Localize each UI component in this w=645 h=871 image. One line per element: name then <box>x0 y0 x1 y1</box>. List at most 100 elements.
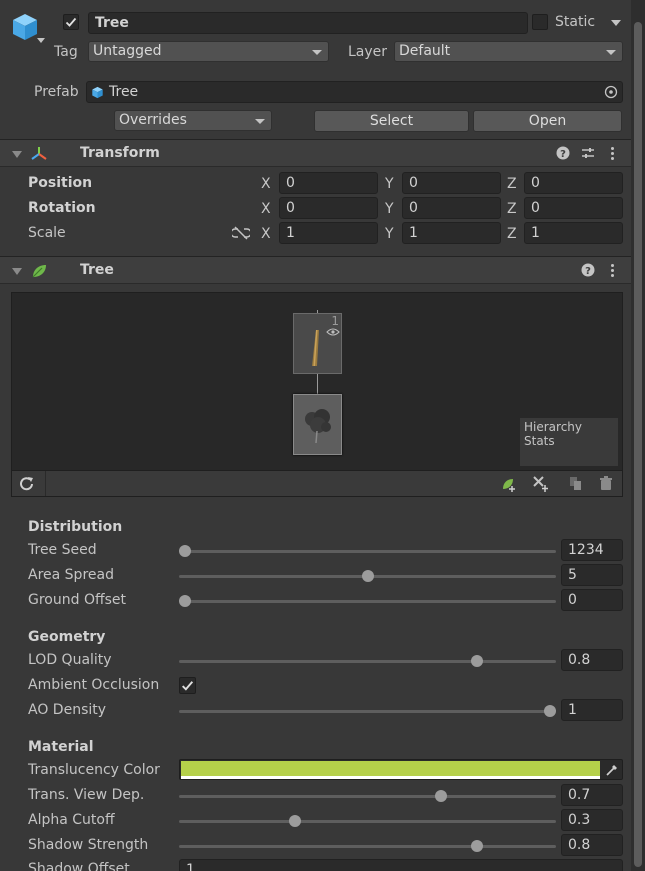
translucency-color-swatch <box>181 761 600 776</box>
prefab-field[interactable]: Tree <box>86 81 623 103</box>
tree-header[interactable]: Tree ? <box>0 256 631 284</box>
alpha-cutoff-label: Alpha Cutoff <box>28 812 115 828</box>
tag-dropdown[interactable]: Untagged <box>88 41 329 62</box>
duplicate-icon[interactable] <box>568 475 584 491</box>
slider-thumb[interactable] <box>434 790 447 802</box>
alpha-cutoff-input[interactable]: 0.3 <box>561 809 623 831</box>
ground-offset-slider[interactable] <box>179 595 556 614</box>
slider-thumb[interactable] <box>288 815 301 827</box>
tree-canopy-icon <box>305 409 331 444</box>
foldout-arrow-icon[interactable] <box>12 268 22 275</box>
layer-dropdown[interactable]: Default <box>394 41 623 62</box>
open-button[interactable]: Open <box>473 110 622 132</box>
hierarchy-stats-box: Hierarchy Stats <box>520 418 618 466</box>
gameobject-name-input[interactable]: Tree <box>88 12 528 34</box>
select-button[interactable]: Select <box>314 110 469 132</box>
help-icon[interactable]: ? <box>581 263 595 277</box>
trans-view-dep-input[interactable]: 0.7 <box>561 784 623 806</box>
rotation-z-label[interactable]: Z <box>507 201 517 217</box>
prefab-value: Tree <box>109 84 139 100</box>
ao-density-input[interactable]: 1 <box>561 699 623 721</box>
slider-thumb[interactable] <box>544 705 556 717</box>
area-spread-input[interactable]: 5 <box>561 564 623 586</box>
shadow-strength-input[interactable]: 0.8 <box>561 834 623 856</box>
prefab-cube-icon <box>92 86 103 99</box>
rotation-x-input[interactable]: 0 <box>279 197 378 219</box>
gameobject-icon[interactable] <box>10 12 40 42</box>
transform-axes-icon <box>31 147 47 160</box>
tree-hierarchy-view[interactable]: 1 Hierarchy Stats <box>11 292 623 471</box>
slider-thumb[interactable] <box>361 570 374 582</box>
tree-menu-icon[interactable] <box>611 264 615 279</box>
scale-label: Scale <box>28 225 66 241</box>
add-branch-group-icon[interactable] <box>532 475 550 493</box>
branch-node[interactable]: 1 <box>293 313 342 374</box>
slider-thumb[interactable] <box>471 840 483 852</box>
alpha-cutoff-slider[interactable] <box>179 815 556 834</box>
rotation-y-label[interactable]: Y <box>385 201 394 217</box>
branch-icon <box>312 330 319 366</box>
scale-x-label[interactable]: X <box>261 226 271 242</box>
constrain-proportions-icon[interactable] <box>232 226 250 240</box>
static-dropdown-arrow[interactable] <box>611 20 621 26</box>
object-picker-icon[interactable] <box>604 85 618 99</box>
transform-header[interactable]: Transform ? <box>0 139 631 167</box>
presets-icon[interactable] <box>581 146 595 160</box>
foldout-arrow-icon[interactable] <box>12 151 22 158</box>
rotation-x-label[interactable]: X <box>261 201 271 217</box>
position-x-label[interactable]: X <box>261 176 271 192</box>
tree-seed-input[interactable]: 1234 <box>561 539 623 561</box>
scale-y-input[interactable]: 1 <box>402 222 501 244</box>
area-spread-slider[interactable] <box>179 570 556 589</box>
prefab-label: Prefab <box>34 84 79 100</box>
trans-view-dep-slider[interactable] <box>179 790 556 809</box>
position-y-input[interactable]: 0 <box>402 172 501 194</box>
rotation-z-input[interactable]: 0 <box>524 197 623 219</box>
help-icon[interactable]: ? <box>556 146 570 160</box>
scrollbar-thumb[interactable] <box>634 22 642 867</box>
scale-z-input[interactable]: 1 <box>524 222 623 244</box>
overrides-dropdown[interactable]: Overrides <box>114 110 272 131</box>
scale-y-label[interactable]: Y <box>385 226 394 242</box>
eyedropper-icon[interactable] <box>605 762 620 777</box>
transform-title: Transform <box>80 145 160 161</box>
static-checkbox[interactable] <box>532 14 548 30</box>
refresh-icon[interactable] <box>18 475 36 493</box>
lod-quality-slider[interactable] <box>179 655 556 674</box>
shadow-strength-label: Shadow Strength <box>28 837 149 853</box>
hierarchy-toolbar <box>11 471 623 497</box>
scale-x-input[interactable]: 1 <box>279 222 378 244</box>
ambient-occlusion-checkbox[interactable] <box>179 677 196 694</box>
transform-menu-icon[interactable] <box>611 147 615 162</box>
ambient-occlusion-label: Ambient Occlusion <box>28 677 160 693</box>
slider-thumb[interactable] <box>179 545 191 557</box>
position-x-input[interactable]: 0 <box>279 172 378 194</box>
visibility-eye-icon[interactable] <box>326 328 340 336</box>
leaf-node[interactable] <box>293 394 342 455</box>
scale-z-label[interactable]: Z <box>507 226 517 242</box>
gameobject-icon-dropdown[interactable] <box>37 38 45 43</box>
delete-trash-icon[interactable] <box>598 475 614 491</box>
ao-density-label: AO Density <box>28 702 107 718</box>
position-y-label[interactable]: Y <box>385 176 394 192</box>
slider-thumb[interactable] <box>179 595 191 607</box>
ground-offset-input[interactable]: 0 <box>561 589 623 611</box>
position-z-label[interactable]: Z <box>507 176 517 192</box>
vertical-scrollbar[interactable] <box>631 0 645 871</box>
add-leaf-group-icon[interactable] <box>500 475 518 493</box>
material-title: Material <box>28 739 94 755</box>
ao-density-slider[interactable] <box>179 705 556 724</box>
tree-seed-slider[interactable] <box>179 545 556 564</box>
slider-thumb[interactable] <box>471 655 483 667</box>
lod-quality-input[interactable]: 0.8 <box>561 649 623 671</box>
position-label: Position <box>28 175 93 191</box>
rotation-y-input[interactable]: 0 <box>402 197 501 219</box>
shadow-strength-slider[interactable] <box>179 840 556 859</box>
translucency-color-field[interactable] <box>179 759 623 780</box>
layer-value: Default <box>399 43 451 59</box>
active-checkbox[interactable] <box>63 14 79 30</box>
position-z-input[interactable]: 0 <box>524 172 623 194</box>
shadow-offset-input[interactable]: 1 <box>179 859 623 871</box>
layer-label: Layer <box>348 44 388 60</box>
tree-seed-label: Tree Seed <box>28 542 97 558</box>
